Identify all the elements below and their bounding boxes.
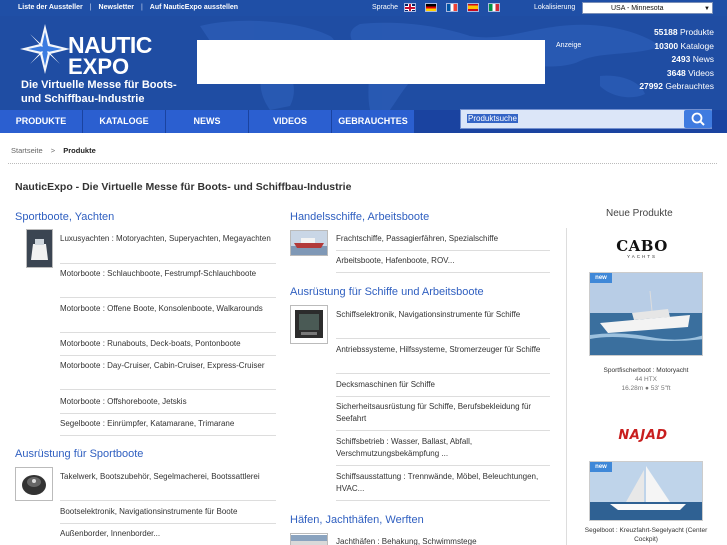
list-item[interactable]: Schiffsausstattung : Trennwände, Möbel, … [336, 471, 550, 501]
location-value: USA - Minnesota [611, 5, 664, 12]
breadcrumb-current: Produkte [63, 146, 96, 155]
list-item[interactable]: Schiffselektronik, Navigationsinstrument… [336, 309, 550, 339]
link-newsletter[interactable]: Newsletter [99, 4, 134, 11]
list-item[interactable]: Luxusyachten : Motoryachten, Superyachte… [60, 233, 276, 264]
lokalisierung-label: Lokalisierung [534, 4, 576, 11]
stat-gebrauchtes[interactable]: 27992 Gebrauchtes [639, 80, 714, 94]
list-item[interactable]: Segelboote : Einrümpfer, Katamarane, Tri… [60, 418, 276, 436]
link-ausstellen[interactable]: Auf NauticExpo ausstellen [150, 4, 238, 11]
new-badge: new [590, 273, 612, 283]
tab-videos[interactable]: VIDEOS [249, 110, 332, 133]
marina-thumbnail[interactable] [290, 533, 328, 545]
language-flags [404, 3, 500, 12]
divider [8, 163, 717, 164]
list-item[interactable]: Frachtschiffe, Passagierfähren, Spezials… [336, 233, 550, 251]
list-item[interactable]: Decksmaschinen für Schiffe [336, 379, 550, 397]
tab-produkte[interactable]: PRODUKTE [0, 110, 83, 133]
product-model: 44 HTX [634, 376, 658, 383]
header: NAUTIC EXPO Die Virtuelle Messe für Boot… [0, 16, 727, 110]
category-handelsschiffe[interactable]: Handelsschiffe, Arbeitsboote [290, 211, 429, 223]
breadcrumb: Startseite > Produkte [11, 146, 96, 155]
list-item[interactable]: Sicherheitsausrüstung für Schiffe, Beruf… [336, 401, 550, 431]
cabo-logo[interactable]: CABO YACHTS [614, 237, 670, 260]
tagline: Die Virtuelle Messe für Boots- und Schif… [21, 79, 177, 105]
ad-banner[interactable] [197, 40, 545, 84]
list-item[interactable]: Motorboote : Schlauchboote, Festrumpf-Sc… [60, 268, 276, 298]
nauticexpo-logo[interactable] [20, 24, 70, 79]
flag-en-icon[interactable] [404, 3, 416, 12]
tab-gebrauchtes[interactable]: GEBRAUCHTES [332, 110, 415, 133]
product-caption[interactable]: Segelboot : Kreuzfahrt-Segelyacht (Cente… [576, 526, 716, 544]
location-select[interactable]: USA - Minnesota ▼ [582, 2, 713, 14]
breadcrumb-separator: > [50, 146, 56, 155]
site-stats: 55188 Produkte 10300 Kataloge 2493 News … [639, 26, 714, 94]
product-caption[interactable]: Sportfischerboot : Motoryacht 44 HTX 16.… [576, 366, 716, 393]
radar-thumbnail[interactable] [290, 305, 328, 344]
list-item[interactable]: Arbeitsboote, Hafenboote, ROV... [336, 255, 550, 273]
link-aussteller[interactable]: Liste der Aussteller [18, 4, 83, 11]
stat-news[interactable]: 2493 News [639, 53, 714, 67]
flag-de-icon[interactable] [425, 3, 437, 12]
list-item[interactable]: Antriebssysteme, Hilfssysteme, Stromerze… [336, 344, 550, 374]
breadcrumb-home[interactable]: Startseite [11, 146, 43, 155]
product-image[interactable]: new [589, 272, 703, 356]
category-haefen[interactable]: Häfen, Jachthäfen, Werften [290, 514, 424, 526]
separator: | [89, 4, 92, 11]
flag-es-icon[interactable] [467, 3, 479, 12]
new-badge: new [590, 462, 612, 472]
list-item[interactable]: Schiffsbetrieb : Wasser, Ballast, Abfall… [336, 436, 550, 466]
list-item[interactable]: Motorboote : Offene Boote, Konsolenboote… [60, 303, 276, 333]
anzeige-label: Anzeige [556, 42, 582, 49]
product-length: 16.28m ● 53' 5"ft [621, 385, 671, 392]
stat-videos[interactable]: 3648 Videos [639, 67, 714, 81]
winch-thumbnail[interactable] [15, 467, 53, 501]
search-box: Produktsuche [460, 109, 712, 129]
list-item[interactable]: Takelwerk, Bootszubehör, Segelmacherei, … [60, 471, 276, 501]
search-icon [691, 112, 705, 126]
list-item[interactable]: Jachthäfen : Behakung, Schwimmstege [336, 536, 550, 545]
sprache-label: Sprache [372, 4, 399, 11]
top-links: Liste der Aussteller | Newsletter | Auf … [18, 4, 238, 11]
logo-text-expo: EXPO [68, 54, 130, 79]
product-image[interactable]: new [589, 461, 703, 521]
brand-name: CABO [616, 237, 668, 255]
compass-logo-icon [20, 24, 70, 74]
tab-kataloge[interactable]: KATALOGE [83, 110, 166, 133]
stat-produkte[interactable]: 55188 Produkte [639, 26, 714, 40]
list-item[interactable]: Motorboote : Offshoreboote, Jetskis [60, 396, 276, 414]
flag-it-icon[interactable] [488, 3, 500, 12]
yacht-thumbnail[interactable] [26, 229, 53, 268]
product-title: Sportfischerboot : Motoryacht [603, 367, 689, 374]
search-input[interactable]: Produktsuche [467, 114, 683, 126]
separator: | [140, 4, 143, 11]
page-title: NauticExpo - Die Virtuelle Messe für Boo… [15, 181, 352, 193]
chevron-down-icon: ▼ [704, 6, 710, 12]
list-item[interactable]: Bootselektronik, Navigationsinstrumente … [60, 506, 276, 524]
category-ausruestung-schiffe[interactable]: Ausrüstung für Schiffe und Arbeitsboote [290, 286, 484, 298]
ship-thumbnail[interactable] [290, 230, 328, 256]
category-ausruestung-sportboote[interactable]: Ausrüstung für Sportboote [15, 448, 143, 460]
search-button[interactable] [684, 110, 712, 128]
list-item[interactable]: Motorboote : Day-Cruiser, Cabin-Cruiser,… [60, 360, 276, 390]
list-item[interactable]: Motorboote : Runabouts, Deck-boats, Pont… [60, 338, 276, 356]
flag-fr-icon[interactable] [446, 3, 458, 12]
list-item[interactable]: Außenborder, Innenborder... [60, 528, 276, 545]
najad-logo[interactable]: NAJAD [614, 428, 672, 443]
tab-news[interactable]: NEWS [166, 110, 249, 133]
stat-kataloge[interactable]: 10300 Kataloge [639, 40, 714, 54]
category-sportboote[interactable]: Sportboote, Yachten [15, 211, 114, 223]
sidebar-title: Neue Produkte [606, 208, 673, 219]
top-bar: Liste der Aussteller | Newsletter | Auf … [0, 0, 727, 16]
